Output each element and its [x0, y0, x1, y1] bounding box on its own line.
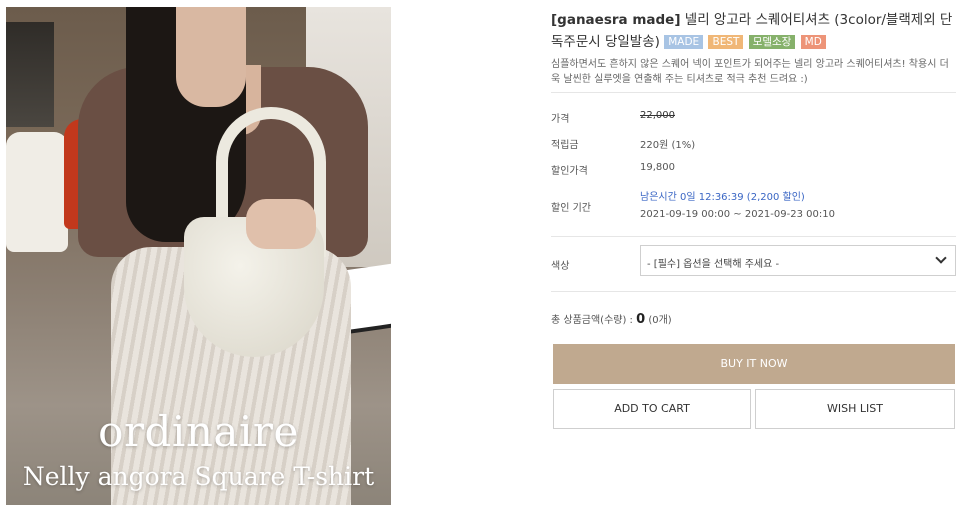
background-chair	[6, 132, 68, 252]
sale-price-value: 19,800	[640, 162, 675, 173]
buy-now-button[interactable]: BUY IT NOW	[553, 344, 955, 384]
price-value: 22,000	[640, 110, 675, 121]
sale-period-label: 할인 기간	[551, 203, 591, 214]
wish-list-button[interactable]: WISH LIST	[755, 389, 955, 429]
price-label: 가격	[551, 114, 570, 125]
badge-made: MADE	[664, 35, 704, 49]
points-value: 220원 (1%)	[640, 140, 696, 151]
total-amount: 0	[636, 312, 646, 327]
product-title: [ganaesra made] 넬리 앙고라 스퀘어티셔츠 (3color/블랙…	[551, 9, 956, 53]
total-price: 총 상품금액(수량) : 0 (0개)	[551, 311, 672, 327]
divider	[551, 92, 956, 93]
product-info: [ganaesra made] 넬리 앙고라 스퀘어티셔츠 (3color/블랙…	[551, 9, 956, 87]
image-overlay-title: ordinaire	[98, 407, 299, 456]
product-image: ordinaire Nelly angora Square T-shirt	[6, 7, 391, 505]
product-brand: [ganaesra made]	[551, 12, 681, 28]
background-cabinet	[6, 22, 54, 127]
model-hand	[246, 199, 316, 249]
total-label: 총 상품금액(수량) :	[551, 315, 637, 326]
badge-best: BEST	[708, 35, 744, 49]
sale-price-label: 할인가격	[551, 166, 588, 177]
image-overlay-subtitle: Nelly angora Square T-shirt	[22, 462, 375, 491]
points-label: 적립금	[551, 140, 579, 151]
badge-md: MD	[800, 35, 826, 49]
add-to-cart-button[interactable]: ADD TO CART	[553, 389, 751, 429]
color-select[interactable]: - [필수] 옵션을 선택해 주세요 -	[640, 245, 956, 276]
color-select-value: - [필수] 옵션을 선택해 주세요 -	[647, 259, 780, 270]
total-quantity: (0개)	[648, 315, 672, 326]
badge-model-owned: 모델소장	[748, 35, 796, 49]
product-description: 심플하면서도 흔하지 않은 스퀘어 넥이 포인트가 되어주는 넬리 앙고라 스퀘…	[551, 59, 949, 85]
remaining-time: 남은시간 0일 12:36:39 (2,200 할인)	[640, 192, 805, 203]
period-range: 2021-09-19 00:00 ~ 2021-09-23 00:10	[640, 209, 835, 220]
divider	[551, 236, 956, 237]
chevron-down-icon	[935, 252, 947, 264]
model-face	[176, 7, 246, 107]
divider	[551, 291, 956, 292]
color-label: 색상	[551, 261, 570, 272]
